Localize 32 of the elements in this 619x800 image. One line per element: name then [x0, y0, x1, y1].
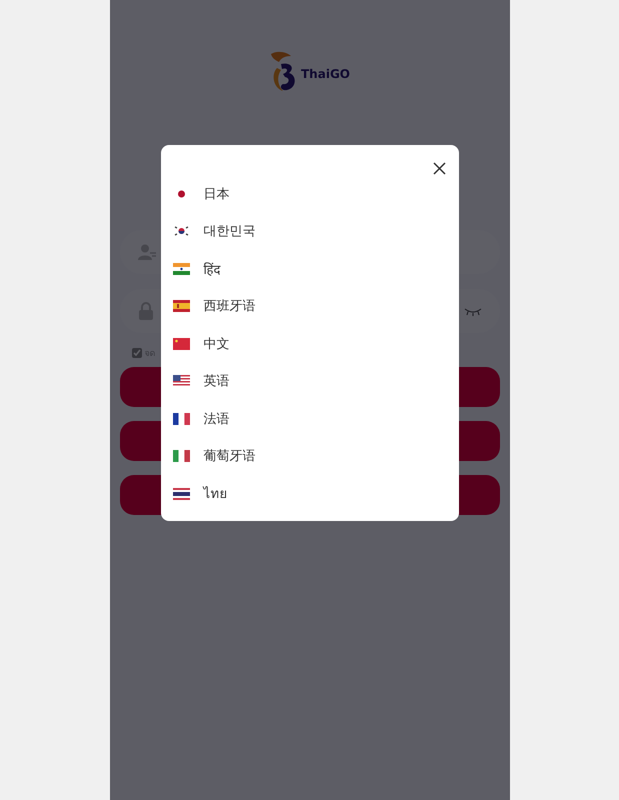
- flag-icon: [172, 412, 190, 425]
- language-option[interactable]: हिंद: [172, 250, 446, 288]
- flag-icon: [172, 300, 190, 312]
- language-label: ไทย: [204, 485, 228, 504]
- language-option[interactable]: ไทย: [172, 475, 446, 512]
- language-label: 西班牙语: [204, 298, 256, 316]
- language-option[interactable]: 대한민국: [172, 212, 446, 250]
- language-label: हिंद: [204, 261, 220, 278]
- language-label: 英语: [204, 373, 230, 390]
- flag-icon: [172, 375, 190, 388]
- lock-icon: [138, 302, 154, 320]
- logo-text: ThaiGO: [301, 67, 350, 81]
- language-option[interactable]: 葡萄牙语: [172, 438, 446, 475]
- user-icon: [138, 244, 156, 260]
- language-label: 葡萄牙语: [204, 448, 256, 466]
- close-icon[interactable]: [432, 162, 446, 175]
- language-option[interactable]: 中文: [172, 325, 446, 362]
- language-label: 中文: [204, 336, 230, 353]
- language-option[interactable]: 日本: [172, 175, 446, 212]
- language-option[interactable]: 西班牙语: [172, 288, 446, 325]
- checkbox[interactable]: [132, 348, 142, 358]
- language-label: 대한민국: [204, 223, 256, 240]
- language-label: 法语: [204, 410, 230, 428]
- flag-icon: [172, 450, 190, 462]
- flag-icon: [172, 488, 190, 500]
- closed-eye-icon[interactable]: [464, 308, 482, 316]
- language-option[interactable]: 英语: [172, 362, 446, 400]
- flag-icon: [172, 225, 190, 238]
- flag-icon: [172, 262, 190, 275]
- language-label: 日本: [204, 186, 230, 203]
- flag-icon: [172, 338, 190, 350]
- language-option[interactable]: 法语: [172, 400, 446, 438]
